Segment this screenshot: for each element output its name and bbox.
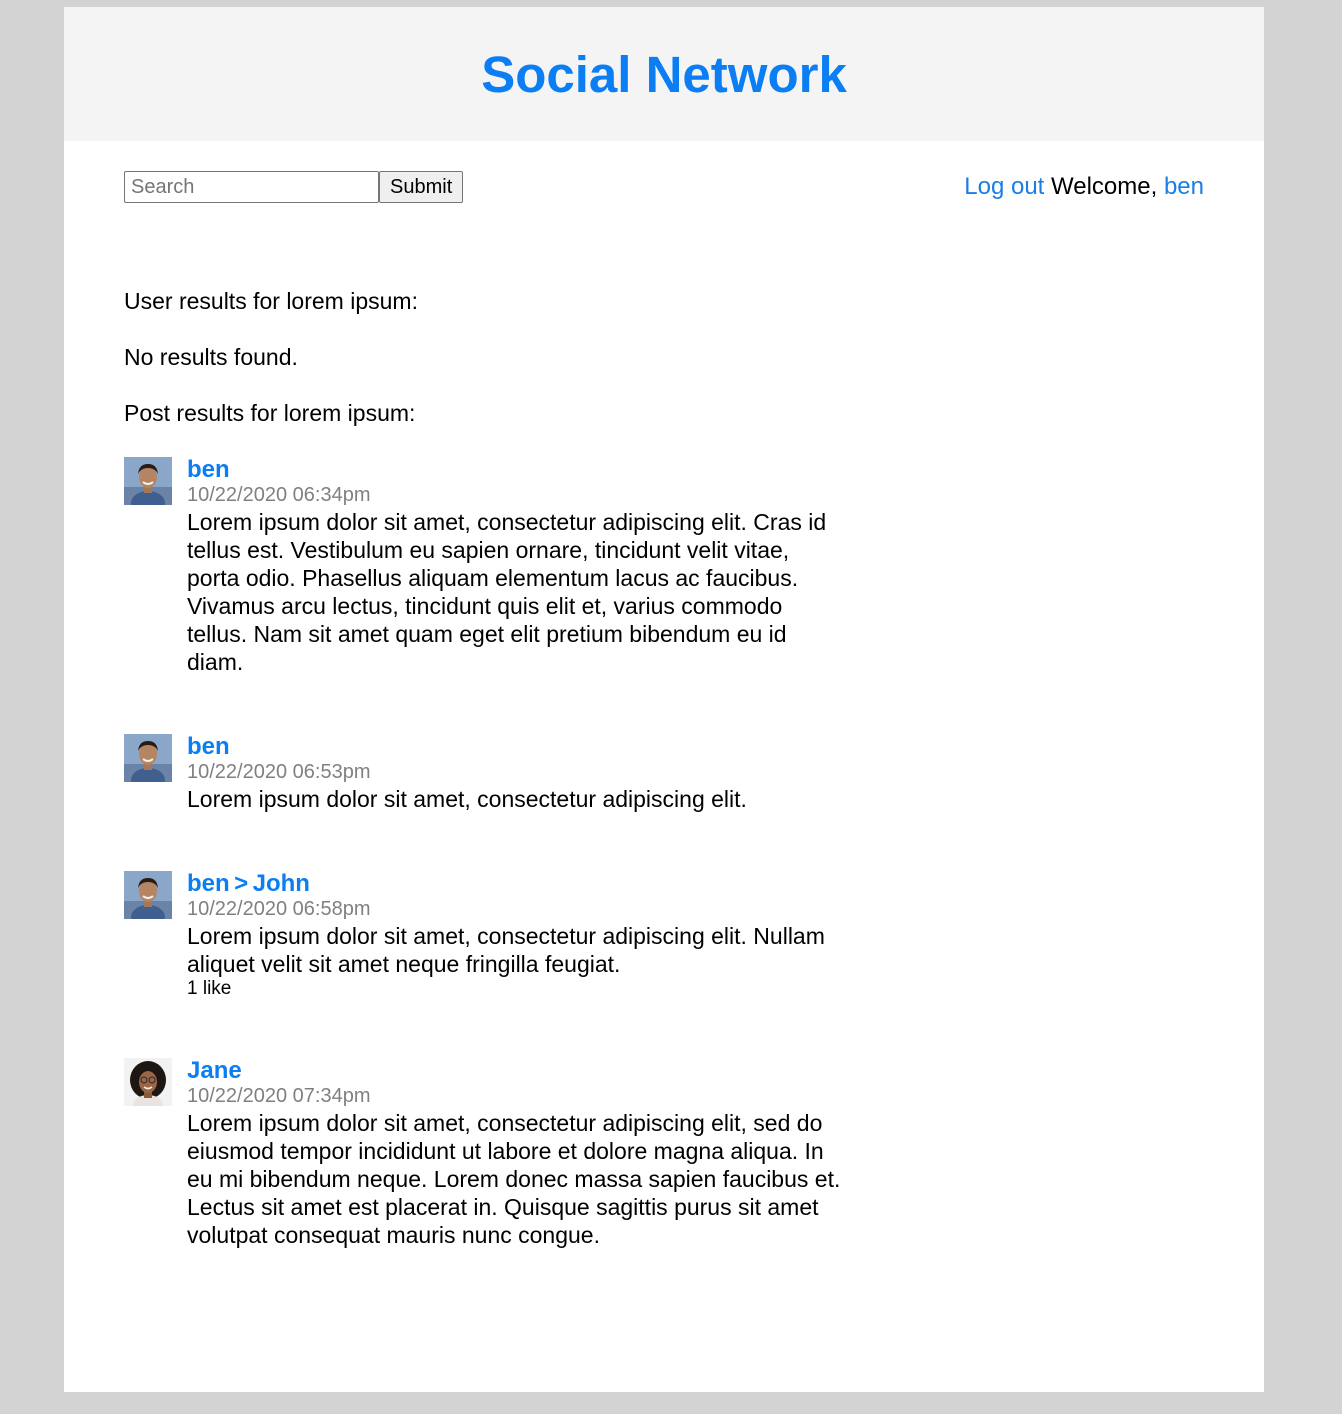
user-results-heading: User results for lorem ipsum: [124, 288, 418, 314]
user-avatar[interactable] [124, 1058, 172, 1106]
ben-avatar-icon [124, 734, 172, 782]
welcome-text: Welcome, [1051, 173, 1158, 200]
post-item: ben 10/22/2020 06:34pm Lorem ipsum dolor… [124, 456, 844, 676]
post-body: Lorem ipsum dolor sit amet, consectetur … [187, 786, 747, 812]
post-body: Lorem ipsum dolor sit amet, consectetur … [187, 923, 825, 977]
post-timestamp: 10/22/2020 06:53pm [187, 761, 371, 783]
ben-avatar-icon [124, 457, 172, 505]
post-author-line: ben [187, 733, 844, 761]
toolbar: Submit Log out Welcome, ben [64, 141, 1264, 221]
search-results: User results for lorem ipsum: No results… [124, 287, 844, 1249]
user-avatar[interactable] [124, 457, 172, 505]
site-title[interactable]: Social Network [64, 7, 1264, 105]
search-form: Submit [124, 171, 464, 203]
current-user-link[interactable]: ben [1164, 173, 1204, 200]
post-timestamp: 10/22/2020 06:58pm [187, 898, 371, 920]
post-author[interactable]: ben [187, 870, 230, 898]
post-results-heading: Post results for lorem ipsum: [124, 400, 416, 426]
site-header: Social Network [64, 7, 1264, 141]
page-container: Social Network Submit Log out Welcome, b… [64, 7, 1264, 1392]
post-author-line: Jane [187, 1057, 844, 1085]
post-author[interactable]: ben [187, 733, 230, 761]
user-results-empty: No results found. [124, 344, 298, 370]
post-author[interactable]: ben [187, 456, 230, 484]
submit-button[interactable]: Submit [379, 171, 464, 203]
post-item: Jane 10/22/2020 07:34pm Lorem ipsum dolo… [124, 1057, 844, 1249]
post-item: ben > John 10/22/2020 06:58pm Lorem ipsu… [124, 870, 844, 1000]
logout-link[interactable]: Log out [964, 173, 1044, 200]
user-avatar[interactable] [124, 734, 172, 782]
post-timestamp: 10/22/2020 06:34pm [187, 484, 371, 506]
post-timestamp: 10/22/2020 07:34pm [187, 1085, 371, 1107]
post-likes: 1 like [187, 978, 232, 999]
post-author-line: ben [187, 456, 844, 484]
recipient-separator: > [234, 870, 249, 897]
user-avatar[interactable] [124, 871, 172, 919]
post-author-line: ben > John [187, 870, 844, 898]
post-author[interactable]: Jane [187, 1057, 242, 1085]
post-recipient[interactable]: John [253, 870, 310, 898]
post-body: Lorem ipsum dolor sit amet, consectetur … [187, 509, 827, 675]
jane-avatar-icon [124, 1058, 172, 1106]
ben-avatar-icon [124, 871, 172, 919]
search-input[interactable] [124, 171, 379, 203]
post-item: ben 10/22/2020 06:53pm Lorem ipsum dolor… [124, 733, 844, 813]
post-body: Lorem ipsum dolor sit amet, consectetur … [187, 1110, 841, 1248]
user-area: Log out Welcome, ben [964, 171, 1204, 203]
